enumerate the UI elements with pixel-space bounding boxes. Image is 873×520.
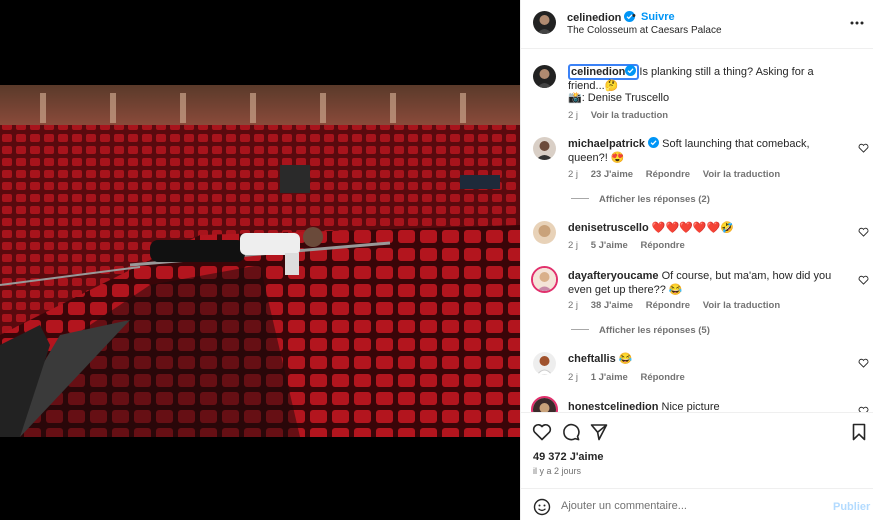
comment-body: ❤️❤️❤️❤️❤️🤣 — [651, 222, 734, 234]
comment-meta: 2 j 5 J'aime Répondre — [568, 240, 695, 251]
comment-likes[interactable]: 38 J'aime — [591, 300, 633, 311]
post-actions — [521, 412, 873, 452]
comment-age: 2 j — [568, 372, 579, 383]
verified-badge-icon — [625, 65, 637, 76]
comment-text: michaelpatrick Soft launching that comeb… — [568, 137, 840, 165]
comment-text: denisetruscello ❤️❤️❤️❤️❤️🤣 — [568, 221, 840, 235]
translate-button[interactable]: Voir la traduction — [703, 300, 780, 311]
heart-icon[interactable] — [858, 358, 869, 368]
comment-username[interactable]: denisetruscello — [568, 222, 649, 234]
separator-dot: • — [632, 10, 636, 22]
view-replies-button[interactable]: Afficher les réponses (5) — [571, 325, 710, 336]
comment-age: 2 j — [568, 300, 579, 311]
reply-button[interactable]: Répondre — [646, 300, 690, 311]
comment-text: cheftallis 😂 — [568, 352, 840, 366]
follow-button[interactable]: Suivre — [641, 11, 675, 23]
view-replies-label[interactable]: Afficher les réponses (5) — [599, 325, 710, 336]
publish-button[interactable]: Publier — [833, 501, 870, 513]
author-username-text[interactable]: celinedion — [567, 12, 621, 24]
post-location[interactable]: The Colosseum at Caesars Palace — [567, 25, 722, 36]
replies-line — [571, 329, 589, 330]
caption-age: 2 j — [568, 110, 579, 121]
comment-likes[interactable]: 23 J'aime — [591, 169, 633, 180]
bookmark-icon[interactable] — [849, 422, 869, 442]
add-comment-bar: Publier — [521, 488, 873, 520]
caption-credit: 📸: Denise Truscello — [568, 92, 670, 104]
comment-age: 2 j — [568, 240, 579, 251]
post-photo[interactable] — [0, 85, 520, 437]
comment-username[interactable]: honestcelinedion — [568, 401, 658, 412]
replies-line — [571, 198, 589, 199]
heart-icon[interactable] — [858, 227, 869, 237]
comment-body: Nice picture — [661, 401, 720, 412]
more-horizontal-icon[interactable] — [849, 16, 865, 30]
view-replies-button[interactable]: Afficher les réponses (2) — [571, 194, 710, 205]
comment-avatar[interactable] — [531, 266, 558, 293]
comment-input[interactable] — [561, 496, 811, 516]
comment-username[interactable]: dayafteryoucame — [568, 270, 659, 282]
caption-username[interactable]: celinedion — [568, 64, 640, 80]
comment-meta: 2 j 1 J'aime Répondre — [568, 372, 695, 383]
comment-avatar[interactable] — [533, 352, 556, 375]
emoji-icon[interactable] — [533, 498, 551, 516]
comment-likes[interactable]: 5 J'aime — [591, 240, 628, 251]
comment-username[interactable]: cheftallis — [568, 353, 616, 365]
verified-badge-icon — [648, 137, 660, 148]
comment-meta: 2 j 23 J'aime Répondre Voir la traductio… — [568, 169, 790, 180]
comment-avatar[interactable] — [533, 221, 556, 244]
reply-button[interactable]: Répondre — [640, 372, 684, 383]
likes-count[interactable]: 49 372 J'aime — [533, 451, 604, 463]
heart-icon[interactable] — [858, 275, 869, 285]
translate-button[interactable]: Voir la traduction — [703, 169, 780, 180]
caption-avatar[interactable] — [533, 65, 556, 88]
comment-username[interactable]: michaelpatrick — [568, 138, 645, 150]
caption-translate-button[interactable]: Voir la traduction — [591, 110, 668, 121]
comment-age: 2 j — [568, 169, 579, 180]
author-avatar[interactable] — [533, 11, 556, 34]
share-icon[interactable] — [589, 422, 609, 442]
heart-icon[interactable] — [532, 422, 552, 442]
caption-text: celinedion Is planking still a thing? Ask… — [568, 64, 840, 93]
comment-likes[interactable]: 1 J'aime — [591, 372, 628, 383]
heart-icon[interactable] — [858, 143, 869, 153]
author-username[interactable]: celinedion — [567, 11, 636, 24]
post-header: celinedion • Suivre The Colosseum at Cae… — [521, 0, 873, 49]
post-date: il y a 2 jours — [533, 466, 582, 476]
comment-text: honestcelinedion Nice picture — [568, 400, 840, 412]
comment-avatar[interactable] — [533, 137, 556, 160]
view-replies-label[interactable]: Afficher les réponses (2) — [599, 194, 710, 205]
reply-button[interactable]: Répondre — [646, 169, 690, 180]
comments-list[interactable]: celinedion Is planking still a thing? Ask… — [521, 49, 873, 412]
caption-meta: 2 j Voir la traduction — [568, 110, 678, 121]
comment-avatar[interactable] — [531, 396, 558, 412]
post-media — [0, 0, 520, 520]
comment-body: 😂 — [618, 353, 633, 365]
reply-button[interactable]: Répondre — [640, 240, 684, 251]
comment-icon[interactable] — [561, 422, 581, 442]
comment-meta: 2 j 38 J'aime Répondre Voir la traductio… — [568, 300, 790, 311]
comment-text: dayafteryoucame Of course, but ma'am, ho… — [568, 269, 840, 297]
post-side-panel: celinedion • Suivre The Colosseum at Cae… — [520, 0, 873, 520]
